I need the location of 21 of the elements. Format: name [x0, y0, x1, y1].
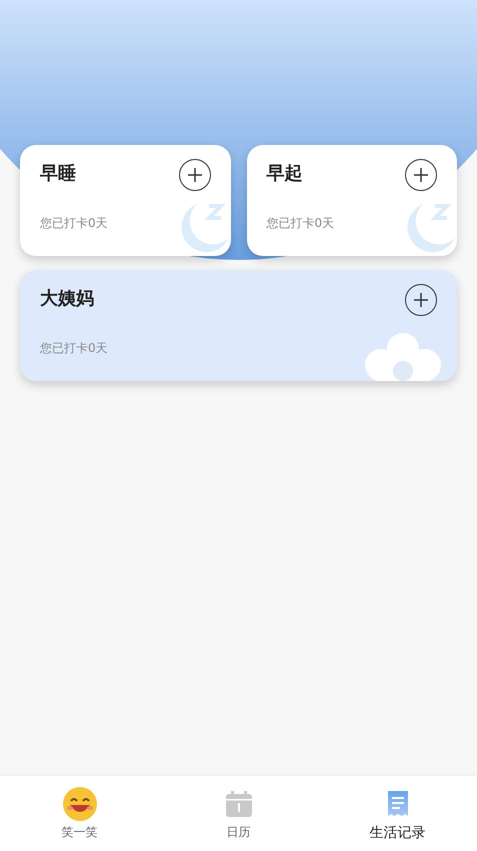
- checkin-count: 您已打卡0天: [40, 215, 109, 232]
- receipt-icon[interactable]: [386, 790, 410, 818]
- plus-icon: [188, 168, 202, 182]
- card-title: 大姨妈: [40, 287, 94, 310]
- flower-icon: [363, 331, 443, 381]
- tab[interactable]: 日历: [159, 776, 318, 851]
- checkin-count: 您已打卡0天: [40, 340, 109, 357]
- add-button[interactable]: [405, 284, 437, 316]
- smiley-icon[interactable]: [62, 786, 98, 822]
- tab[interactable]: 笑一笑: [0, 776, 159, 851]
- card-title: 早睡: [40, 162, 76, 185]
- habit-card[interactable]: 大姨妈 您已打卡0天: [20, 270, 457, 381]
- add-button[interactable]: [178, 159, 210, 191]
- plus-icon: [414, 168, 428, 182]
- checkin-count: 您已打卡0天: [266, 215, 336, 232]
- tab[interactable]: 生活记录: [318, 776, 477, 851]
- card-title: 早起: [266, 162, 302, 185]
- habit-card[interactable]: 早起 您已打卡0天: [246, 145, 457, 256]
- habit-card[interactable]: 早睡 您已打卡0天: [20, 145, 230, 256]
- add-button[interactable]: [405, 159, 437, 191]
- plus-icon: [414, 293, 428, 307]
